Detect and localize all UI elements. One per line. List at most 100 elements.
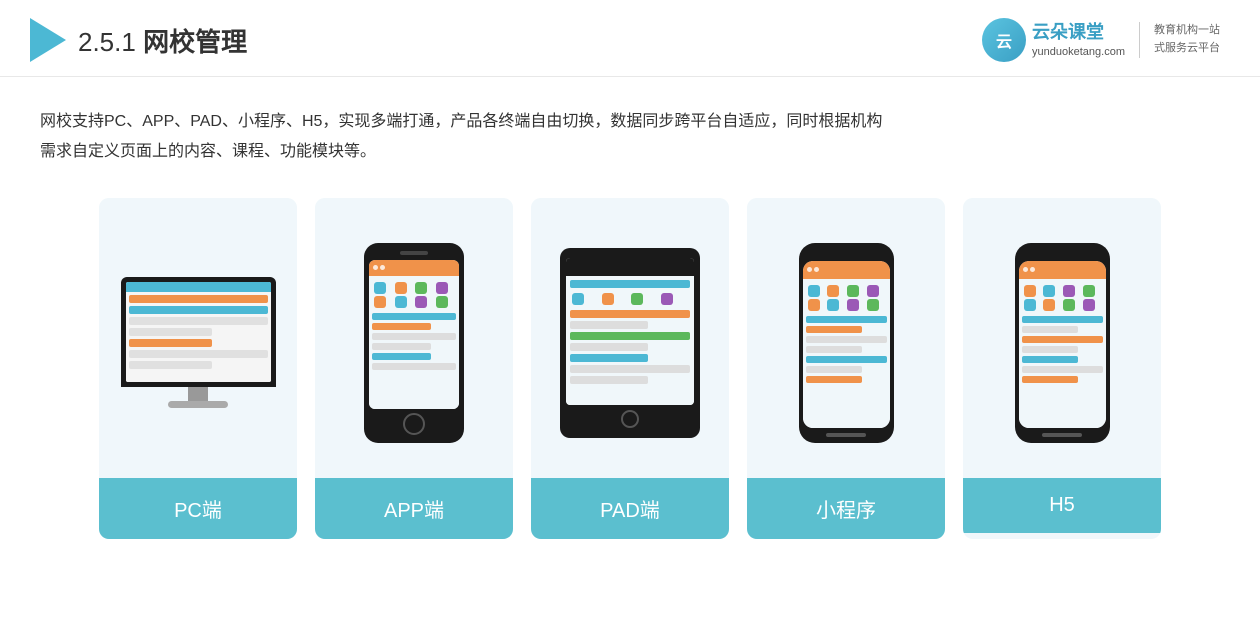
mini-phone-content [803,279,890,428]
mini-row [1022,346,1079,353]
pad-row [570,321,648,329]
header-right: 云朵课堂 yunduoketang.com 教育机构一站 式服务云平台 [982,18,1220,62]
grid-icon [808,299,820,311]
phone-row [372,323,431,330]
pc-row [129,339,212,347]
description: 网校支持PC、APP、PAD、小程序、H5，实现多端打通，产品各终端自由切换，数… [0,77,1260,178]
pc-stand-neck [188,387,208,401]
mini-phone-header [803,261,890,279]
mini-row [1022,356,1079,363]
card-label-h5: H5 [963,478,1161,533]
pc-row [129,361,212,369]
phone-row [372,353,431,360]
card-label-miniprogram: 小程序 [747,478,945,539]
grid-icon [661,293,673,305]
mini-row [1022,316,1103,323]
pad-screen [566,258,694,405]
grid-icon [808,285,820,297]
pc-screen [126,282,271,382]
pad-row [570,310,690,318]
mini-row [1022,376,1079,383]
grid-icons [570,291,690,307]
mini-row [806,346,863,353]
mini-phone-screen [803,261,890,428]
pc-monitor [121,277,276,387]
description-line1: 网校支持PC、APP、PAD、小程序、H5，实现多端打通，产品各终端自由切换，数… [40,113,882,130]
pc-row [129,306,268,314]
grid-icon [1043,285,1055,297]
phone-dot [373,265,378,270]
grid-icon [436,296,448,308]
mini-row [806,326,863,333]
device-mini-phone-mp [799,243,894,443]
grid-icon [1083,299,1095,311]
device-mini-phone-h5 [1015,243,1110,443]
grid-icon [395,282,407,294]
brand-icon [982,18,1026,62]
card-label-app: APP端 [315,478,513,539]
pad-row [570,365,690,373]
mini-row [1022,366,1103,373]
h5-device-area [963,198,1161,478]
grid-icon [867,285,879,297]
pc-row [129,295,268,303]
grid-icon [847,285,859,297]
card-label-pc: PC端 [99,478,297,539]
mini-phone-bottom-bar [826,433,866,437]
description-line2: 需求自定义页面上的内容、课程、功能模块等。 [40,143,376,160]
card-pad: PAD端 [531,198,729,539]
grid-icons [806,283,887,313]
phone-dot [807,267,812,272]
device-pad [560,248,700,438]
brand-url: yunduoketang.com [1032,45,1125,60]
page-title: 2.5.1 网校管理 [78,22,247,59]
brand-logo: 云朵课堂 yunduoketang.com [982,18,1125,62]
phone-row [372,333,456,340]
mini-phone-header [1019,261,1106,279]
grid-icon [415,282,427,294]
grid-icon [827,299,839,311]
card-h5: H5 [963,198,1161,539]
phone-dot [814,267,819,272]
mini-phone-bottom-bar [1042,433,1082,437]
pad-screen-content [566,276,694,405]
phone-content [369,276,459,409]
brand-text: 云朵课堂 yunduoketang.com [1032,20,1125,61]
pc-row [129,317,268,325]
brand-name: 云朵课堂 [1032,20,1125,45]
mini-phone-notch [831,251,861,257]
phone-dot [1023,267,1028,272]
header: 2.5.1 网校管理 云朵课堂 yunduoketang.com 教育机构一站 … [0,0,1260,77]
mini-phone-notch [1047,251,1077,257]
grid-icon [1083,285,1095,297]
grid-icon [374,282,386,294]
mini-row [806,376,863,383]
grid-icon [602,293,614,305]
grid-icon [867,299,879,311]
grid-icons [1022,283,1103,313]
grid-icon [1063,299,1075,311]
grid-icon [374,296,386,308]
grid-icon [1043,299,1055,311]
mini-row [806,316,887,323]
grid-icon [415,296,427,308]
phone-row [372,313,456,320]
brand-divider [1139,22,1140,58]
mini-phone-content [1019,279,1106,428]
phone-screen [369,260,459,409]
card-miniprogram: 小程序 [747,198,945,539]
card-pc: PC端 [99,198,297,539]
grid-icon [827,285,839,297]
pc-screen-bar [126,282,271,292]
phone-dot [380,265,385,270]
grid-icon [436,282,448,294]
header-left: 2.5.1 网校管理 [30,18,247,62]
pc-screen-content [126,292,271,382]
card-app: APP端 [315,198,513,539]
mini-phone-screen [1019,261,1106,428]
phone-row [372,363,456,370]
pc-stand-base [168,401,228,408]
pad-row [570,280,690,288]
mini-row [806,366,863,373]
phone-dot [1030,267,1035,272]
